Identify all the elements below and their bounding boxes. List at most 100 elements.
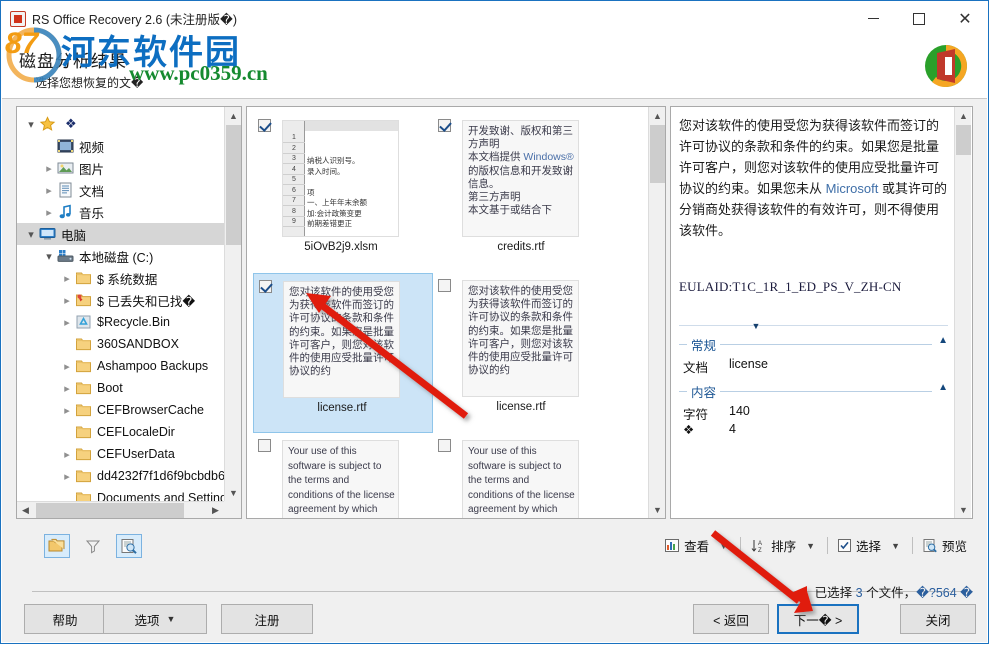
chevron-up-icon[interactable]: ▲: [938, 335, 948, 346]
tree-item[interactable]: $Recycle.Bin: [17, 311, 224, 333]
file-thumbnail[interactable]: Your use of this software is subject to …: [433, 433, 613, 519]
file-name-label: credits.rtf: [433, 241, 609, 253]
sort-menu[interactable]: A Z 排序: [745, 536, 802, 555]
file-checkbox[interactable]: [438, 279, 451, 292]
folder-icon: [75, 446, 92, 462]
tree-item[interactable]: CEFLocaleDir: [17, 421, 224, 443]
tree-item[interactable]: CEFBrowserCache: [17, 399, 224, 421]
file-thumbnail[interactable]: 您对该软件的使用受您为获得该软件而签订的许可协议的条款和条件的约束。如果您是批量…: [253, 273, 433, 433]
tree-item[interactable]: Documents and Settings: [17, 487, 224, 501]
help-button[interactable]: 帮助: [24, 604, 106, 634]
tree-item[interactable]: CEFUserData: [17, 443, 224, 465]
tree-horizontal-scrollbar[interactable]: ◀ ▶: [17, 501, 224, 518]
tree-item[interactable]: 音乐: [17, 201, 224, 223]
view-menu[interactable]: 查看: [659, 536, 715, 555]
tree-item[interactable]: 文档: [17, 179, 224, 201]
scroll-up-icon[interactable]: ▲: [955, 107, 972, 124]
thumbnails-vertical-scrollbar[interactable]: ▲ ▼: [648, 107, 665, 518]
folder-icon: [75, 468, 92, 484]
chevron-right-icon[interactable]: [41, 162, 57, 175]
chevron-right-icon[interactable]: [59, 470, 75, 483]
select-caret-icon[interactable]: ▼: [887, 541, 908, 551]
view-label: 查看: [684, 536, 709, 555]
scrollbar-thumb[interactable]: [956, 125, 971, 155]
file-thumbnail[interactable]: Your use of this software is subject to …: [253, 433, 433, 519]
file-checkbox[interactable]: [438, 439, 451, 452]
close-window-button[interactable]: ✕: [942, 1, 988, 36]
tree-item[interactable]: 360SANDBOX: [17, 333, 224, 355]
file-name-label: license.rtf: [254, 402, 430, 414]
left-toolbar: [44, 534, 142, 558]
chevron-right-icon[interactable]: [41, 184, 57, 197]
register-button[interactable]: 注册: [221, 604, 313, 634]
select-menu[interactable]: 选择: [832, 536, 887, 555]
page-header: 磁盘分析结果 选择您想恢复的文�: [2, 36, 987, 98]
scroll-down-icon[interactable]: ▼: [649, 501, 666, 518]
tree-item[interactable]: 电脑: [17, 223, 224, 245]
file-checkbox[interactable]: [259, 280, 272, 293]
tree-item[interactable]: ❖: [17, 113, 224, 135]
minimize-button[interactable]: [850, 1, 896, 36]
scroll-left-icon[interactable]: ◀: [17, 502, 34, 519]
folders-icon[interactable]: [44, 534, 70, 558]
scroll-right-icon[interactable]: ▶: [207, 502, 224, 519]
tree-item-label: 图片: [79, 159, 104, 178]
hscrollbar-thumb[interactable]: [36, 503, 184, 518]
scrollbar-thumb[interactable]: [226, 125, 241, 245]
file-checkbox[interactable]: [258, 119, 271, 132]
options-button[interactable]: 选项 ▼: [103, 604, 207, 634]
back-button[interactable]: < 返回: [693, 604, 769, 634]
properties-section-general[interactable]: 常规 ▲: [679, 335, 948, 353]
file-thumbnail[interactable]: 123纳税人识别号。4录入时间。56项7一、上年年末余额8加:会计政策变更9前期…: [253, 113, 433, 273]
folder-tree-pane[interactable]: ❖视频图片文档音乐电脑本地磁盘 (C:) $ 系统数据$ 已丢失和已找�$Recy…: [16, 106, 242, 519]
maximize-button[interactable]: [896, 1, 942, 36]
preview-button[interactable]: 预览: [917, 536, 973, 555]
window-controls: ✕: [850, 1, 988, 36]
app-icon: [10, 11, 26, 27]
tree-item[interactable]: 视频: [17, 135, 224, 157]
scrollbar-thumb[interactable]: [650, 125, 665, 183]
scroll-down-icon[interactable]: ▼: [955, 501, 972, 518]
file-checkbox[interactable]: [258, 439, 271, 452]
chevron-right-icon[interactable]: [59, 360, 75, 373]
scroll-up-icon[interactable]: ▲: [225, 107, 242, 124]
tree-vertical-scrollbar[interactable]: ▲ ▼: [224, 107, 241, 501]
tree-item[interactable]: 本地磁盘 (C:): [17, 245, 224, 267]
chevron-right-icon[interactable]: [59, 382, 75, 395]
scroll-down-icon[interactable]: ▼: [225, 484, 242, 501]
properties-section-content[interactable]: 内容 ▲: [679, 382, 948, 400]
tree-item[interactable]: 图片: [17, 157, 224, 179]
folder-icon: [75, 424, 92, 440]
view-caret-icon[interactable]: ▼: [715, 541, 736, 551]
tree-item-label: $ 系统数据: [97, 269, 157, 288]
tree-item[interactable]: Ashampoo Backups: [17, 355, 224, 377]
file-checkbox[interactable]: [438, 119, 451, 132]
tree-item[interactable]: $ 已丢失和已找�: [17, 289, 224, 311]
file-thumbnails-pane[interactable]: 123纳税人识别号。4录入时间。56项7一、上年年末余额8加:会计政策变更9前期…: [246, 106, 666, 519]
chevron-right-icon[interactable]: [59, 404, 75, 417]
chevron-right-icon[interactable]: [59, 294, 75, 307]
chevron-right-icon[interactable]: [41, 206, 57, 219]
section-title: 内容: [687, 382, 720, 401]
file-thumbnail[interactable]: 开发致谢、版权和第三方声明本文档提供 Windows® 的版权信息和开发致谢信息…: [433, 113, 613, 273]
tree-item[interactable]: $ 系统数据: [17, 267, 224, 289]
chevron-right-icon[interactable]: [59, 316, 75, 329]
file-thumbnail[interactable]: 您对该软件的使用受您为获得该软件而签订的许可协议的条款和条件的约束。如果您是批量…: [433, 273, 613, 433]
next-button[interactable]: 下一� >: [777, 604, 859, 634]
chevron-down-icon[interactable]: [23, 118, 39, 131]
chevron-down-icon[interactable]: [41, 250, 57, 263]
scroll-up-icon[interactable]: ▲: [649, 107, 666, 124]
filter-icon[interactable]: [80, 534, 106, 558]
close-button[interactable]: 关闭: [900, 604, 976, 634]
tree-item[interactable]: Boot: [17, 377, 224, 399]
sort-caret-icon[interactable]: ▼: [802, 541, 823, 551]
chevron-down-icon[interactable]: [23, 228, 39, 241]
preview-vertical-scrollbar[interactable]: ▲ ▼: [954, 107, 971, 518]
chevron-right-icon[interactable]: [59, 448, 75, 461]
chevron-down-icon[interactable]: ▼: [752, 321, 761, 331]
chevron-right-icon[interactable]: [59, 272, 75, 285]
chevron-up-icon[interactable]: ▲: [938, 382, 948, 393]
tree-item[interactable]: dd4232f7f1d6f9bcbdb6b8: [17, 465, 224, 487]
search-preview-icon[interactable]: [116, 534, 142, 558]
chevron-down-icon: ▼: [167, 614, 176, 624]
